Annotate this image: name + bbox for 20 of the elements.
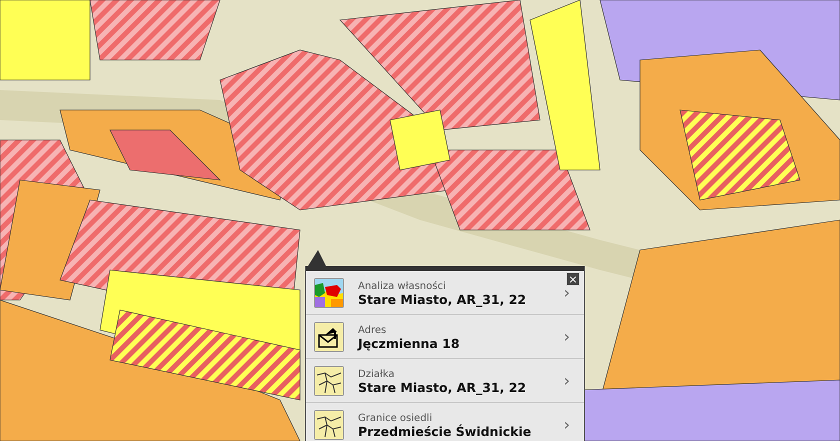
item-value: Stare Miasto, AR_31, 22 [358, 292, 526, 306]
chevron-icon: › [564, 371, 570, 390]
item-label: Działka [358, 368, 394, 380]
close-button[interactable]: × [566, 272, 580, 286]
item-value: Przedmieście Świdnickie [358, 424, 532, 438]
parcel-map-icon [314, 366, 344, 396]
item-label: Adres [358, 324, 386, 336]
item-value: Jęczmienna 18 [358, 336, 460, 350]
popup-list-item[interactable]: Granice osiedli Przedmieście Świdnickie › [306, 403, 584, 441]
item-label: Granice osiedli [358, 412, 432, 424]
envelope-icon [314, 322, 344, 352]
chevron-icon: › [564, 415, 570, 434]
ownership-map-icon [314, 278, 344, 308]
parcel-map-icon [314, 410, 344, 440]
item-value: Stare Miasto, AR_31, 22 [358, 380, 526, 394]
item-label: Analiza własności [358, 280, 446, 292]
popup-list-item[interactable]: Działka Stare Miasto, AR_31, 22 › [306, 359, 584, 403]
chevron-icon: › [564, 283, 570, 302]
popup-list-item[interactable]: Adres Jęczmienna 18 › [306, 315, 584, 359]
chevron-icon: › [564, 327, 570, 346]
